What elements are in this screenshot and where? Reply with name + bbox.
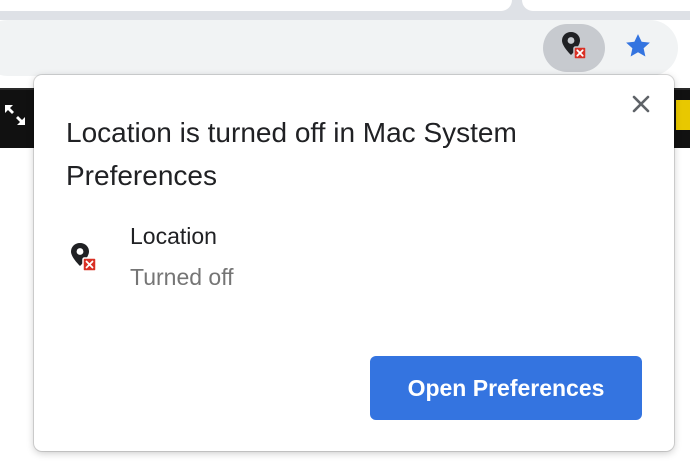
star-icon <box>623 31 653 66</box>
bubble-title: Location is turned off in Mac System Pre… <box>66 117 517 191</box>
browser-window: Location is turned off in Mac System Pre… <box>0 0 690 466</box>
tab-strip <box>0 0 690 20</box>
bookmark-button[interactable] <box>616 24 660 72</box>
permission-status: Turned off <box>130 264 234 290</box>
page-graphic <box>676 100 690 130</box>
expand-icon[interactable] <box>0 96 30 134</box>
open-preferences-button[interactable]: Open Preferences <box>370 356 642 420</box>
location-blocked-icon <box>559 30 589 67</box>
location-permission-bubble: Location is turned off in Mac System Pre… <box>34 75 674 451</box>
active-tab[interactable] <box>0 0 512 11</box>
location-permission-button[interactable] <box>543 24 605 72</box>
close-icon <box>631 94 651 119</box>
tab[interactable] <box>522 0 690 11</box>
close-button[interactable] <box>628 93 654 119</box>
location-blocked-icon <box>68 241 100 275</box>
permission-label: Location <box>130 223 217 249</box>
